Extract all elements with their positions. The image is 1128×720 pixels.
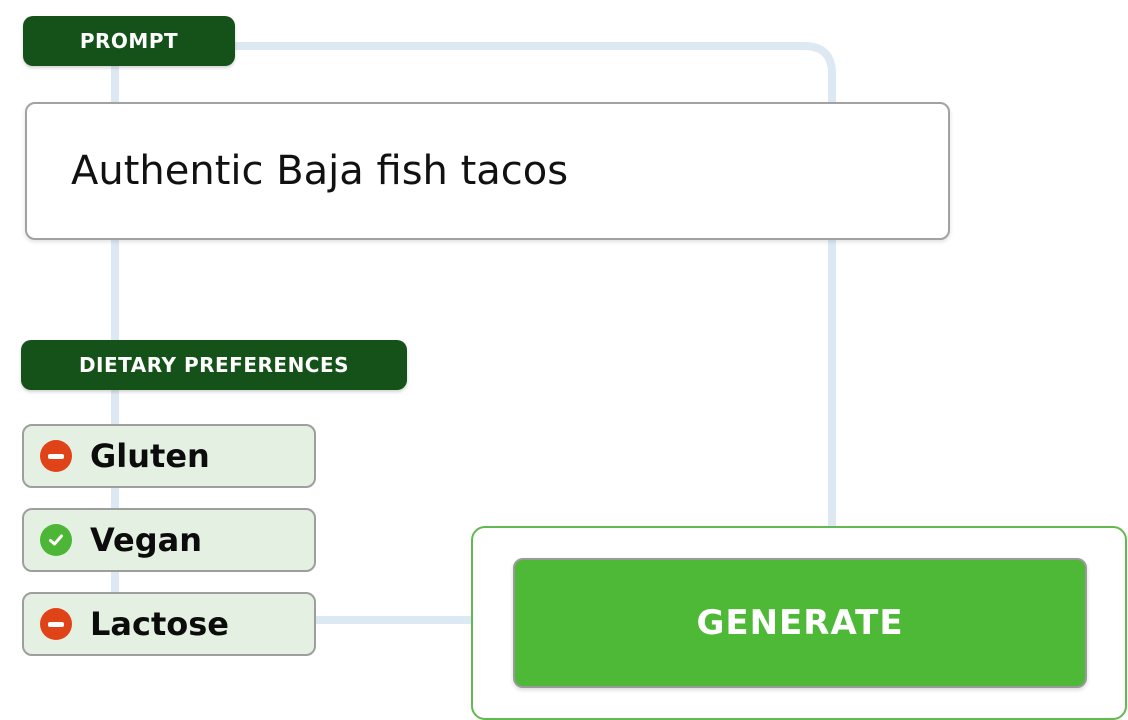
prompt-input[interactable]: Authentic Baja fish tacos [25,102,950,240]
minus-circle-icon [40,608,72,640]
preference-label-gluten: Gluten [90,437,210,475]
prompt-section-label: PROMPT [23,16,235,66]
preference-chip-vegan[interactable]: Vegan [22,508,316,572]
preference-label-vegan: Vegan [90,521,202,559]
minus-circle-icon [40,440,72,472]
prompt-input-value: Authentic Baja fish tacos [71,148,569,194]
generate-button[interactable]: GENERATE [513,558,1087,688]
dietary-preferences-label: DIETARY PREFERENCES [21,340,407,390]
preference-chip-gluten[interactable]: Gluten [22,424,316,488]
preference-chip-lactose[interactable]: Lactose [22,592,316,656]
preference-label-lactose: Lactose [90,605,229,643]
check-circle-icon [40,524,72,556]
